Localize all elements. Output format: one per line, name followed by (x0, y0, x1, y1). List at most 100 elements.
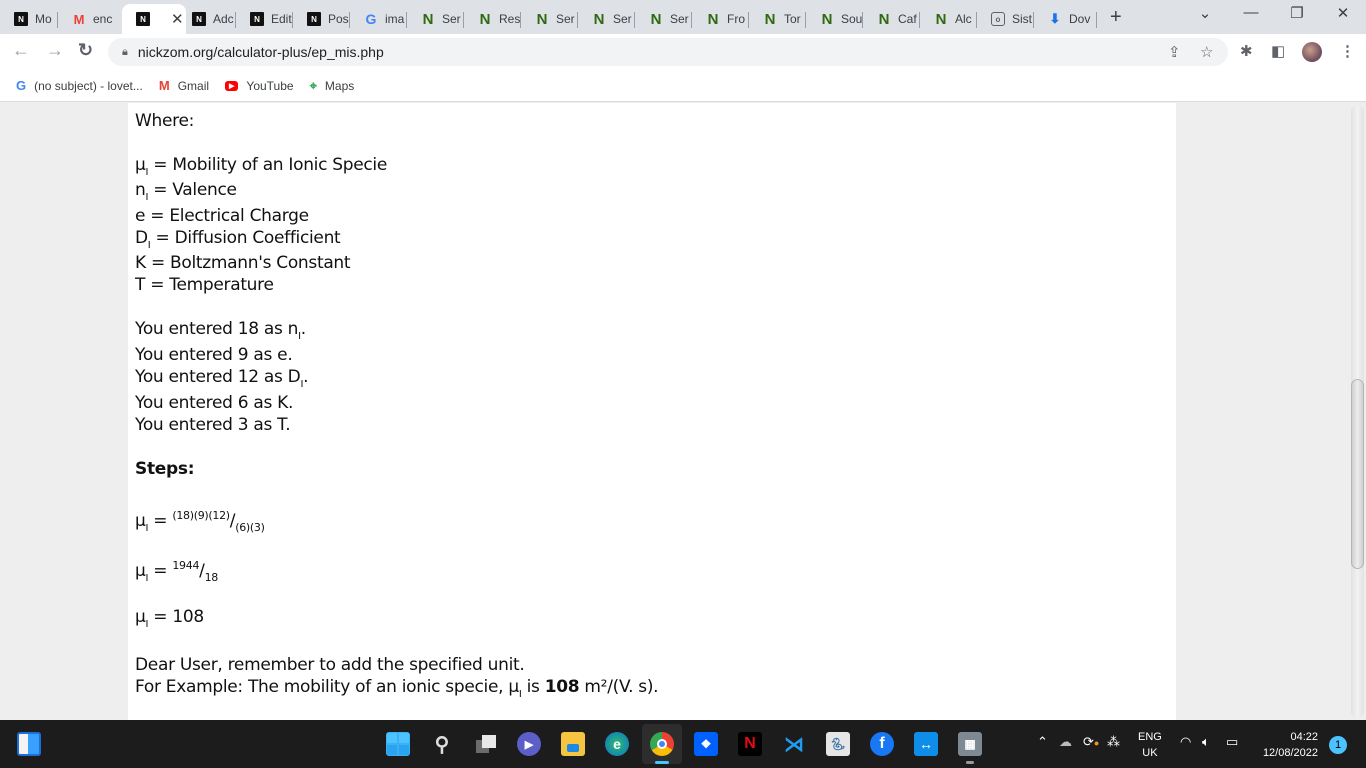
windows-taskbar: ⚲ ▶ e ❖ N ⋊ 🐍︎ f ↔ ▦ ⌃ ☁ ⟳● ⁂ ENG UK ◠ 🔈︎… (0, 720, 1366, 768)
tab-18[interactable]: o Sist (977, 4, 1034, 34)
tab-search-button[interactable]: ⌄ (1182, 4, 1228, 22)
tab-15[interactable]: N Sou (806, 4, 863, 34)
chrome-icon[interactable] (650, 732, 674, 756)
entered-diffusion: You entered 12 as DI. (135, 367, 309, 390)
profile-avatar[interactable] (1302, 42, 1322, 62)
tab-16[interactable]: N Caf (863, 4, 920, 34)
tab-10[interactable]: N Ser (521, 4, 578, 34)
tab-12[interactable]: N Ser (635, 4, 692, 34)
download-icon: ⬇ (1049, 11, 1061, 26)
side-panel-icon[interactable]: ◧ (1271, 42, 1285, 60)
definition-temperature: T = Temperature (135, 275, 274, 295)
tab-label: Ser (556, 12, 575, 26)
sync-icon[interactable]: ⟳● (1083, 734, 1099, 750)
teams-chat-icon[interactable]: ▶ (517, 732, 541, 756)
start-windows-icon[interactable] (386, 732, 410, 756)
page-scrollbar[interactable] (1349, 103, 1366, 720)
calculator-icon[interactable]: ▦ (958, 732, 982, 756)
extensions-icon[interactable]: ✱ (1240, 42, 1253, 60)
share-icon[interactable]: ⇪ (1168, 43, 1181, 61)
address-bar[interactable]: 🔒︎ nickzom.org/calculator-plus/ep_mis.ph… (108, 38, 1228, 66)
bookmark-maps[interactable]: ⌖ Maps (310, 78, 355, 94)
volume-icon[interactable]: 🔈︎ (1202, 734, 1210, 750)
step-2: μI = 1944/18 (135, 559, 218, 584)
maps-icon: ⌖ (309, 77, 317, 93)
entered-temperature: You entered 3 as T. (135, 415, 291, 435)
tab-label: Tor (784, 12, 801, 26)
vscode-icon[interactable]: ⋊ (782, 732, 806, 756)
tab-6[interactable]: N Pos (293, 4, 350, 34)
network-activity-icon[interactable]: ⁂ (1107, 734, 1120, 750)
tab-8[interactable]: N Ser (407, 4, 464, 34)
tab-label: Adc (213, 12, 234, 26)
tab-label: Ser (613, 12, 632, 26)
menu-kebab-icon[interactable]: ⋮ (1340, 42, 1355, 60)
wifi-icon[interactable]: ◠ (1180, 734, 1191, 750)
definition-valence: nI = Valence (135, 180, 237, 203)
language-indicator[interactable]: ENG UK (1138, 729, 1162, 761)
calculator-running-indicator (966, 761, 974, 764)
bookmark-no-subject[interactable]: G (no subject) - lovet... (16, 78, 143, 93)
bookmark-star-icon[interactable]: ☆ (1200, 43, 1213, 61)
search-icon[interactable]: ⚲ (430, 732, 454, 756)
clock[interactable]: 04:22 12/08/2022 (1252, 729, 1318, 761)
browser-toolbar: ← → ↻ 🔒︎ nickzom.org/calculator-plus/ep_… (0, 34, 1366, 70)
definition-charge: e = Electrical Charge (135, 206, 309, 226)
teamviewer-icon[interactable]: ↔ (914, 732, 938, 756)
tab-label: Sist (1012, 12, 1033, 26)
tab-3-active[interactable]: N ✕ (122, 4, 186, 34)
tab-1[interactable]: N Mo (0, 4, 58, 34)
n-icon: N (650, 10, 662, 28)
close-window-button[interactable]: ✕ (1320, 4, 1366, 22)
n-icon: N (821, 10, 833, 28)
netflix-icon[interactable]: N (738, 732, 762, 756)
tab-19[interactable]: ⬇ Dov (1034, 4, 1097, 34)
tab-label: Dov (1069, 12, 1091, 26)
tab-17[interactable]: N Alc (920, 4, 977, 34)
task-view-icon[interactable] (474, 732, 498, 756)
back-button[interactable]: ← (12, 40, 30, 61)
tab-label: Caf (898, 12, 917, 26)
tab-11[interactable]: N Ser (578, 4, 635, 34)
youtube-icon: ▶ (225, 80, 239, 91)
restore-button[interactable]: ❐ (1274, 4, 1320, 22)
tab-2[interactable]: Menc (58, 4, 116, 34)
tab-4[interactable]: N Adc (178, 4, 236, 34)
lock-icon[interactable]: 🔒︎ (122, 46, 128, 59)
file-explorer-icon[interactable] (561, 732, 585, 756)
show-hidden-icons-chevron[interactable]: ⌃ (1037, 734, 1048, 750)
dropbox-icon[interactable]: ❖ (694, 732, 718, 756)
minimize-button[interactable]: — (1228, 4, 1274, 21)
new-tab-button[interactable]: + (1110, 6, 1122, 29)
definition-mobility: μI = Mobility of an Ionic Specie (135, 155, 388, 178)
battery-icon[interactable]: ▭ (1226, 734, 1238, 750)
reload-button[interactable]: ↻ (78, 40, 93, 61)
scrollbar-thumb[interactable] (1351, 379, 1364, 569)
definition-boltzmann: K = Boltzmann's Constant (135, 253, 351, 273)
nickzom-icon: N (136, 12, 150, 26)
tab-label: Edit (271, 12, 292, 26)
unit-example: For Example: The mobility of an ionic sp… (135, 677, 659, 700)
bookmark-youtube[interactable]: ▶ YouTube (225, 79, 294, 93)
tab-9[interactable]: N Res (464, 4, 521, 34)
bookmark-label: YouTube (246, 78, 294, 93)
onedrive-paused-icon[interactable]: ☁ (1059, 734, 1072, 750)
tab-label: Ser (442, 12, 461, 26)
bookmark-label: Gmail (177, 78, 210, 93)
widgets-icon[interactable] (17, 732, 41, 756)
url-text[interactable]: nickzom.org/calculator-plus/ep_mis.php (138, 44, 384, 60)
nickzom-icon: N (250, 12, 264, 26)
n-icon: N (536, 10, 548, 28)
tab-5[interactable]: N Edit (236, 4, 293, 34)
entered-charge: You entered 9 as e. (135, 345, 293, 365)
python-icon[interactable]: 🐍︎ (826, 732, 850, 756)
forward-button[interactable]: → (46, 40, 64, 61)
edge-icon[interactable]: e (605, 732, 629, 756)
tab-14[interactable]: N Tor (749, 4, 806, 34)
tab-13[interactable]: N Fro (692, 4, 749, 34)
bookmark-gmail[interactable]: M Gmail (159, 78, 209, 93)
tab-7[interactable]: Gima (350, 4, 407, 34)
notification-badge[interactable]: 1 (1329, 736, 1347, 754)
n-icon: N (764, 10, 776, 28)
facebook-icon[interactable]: f (870, 732, 894, 756)
